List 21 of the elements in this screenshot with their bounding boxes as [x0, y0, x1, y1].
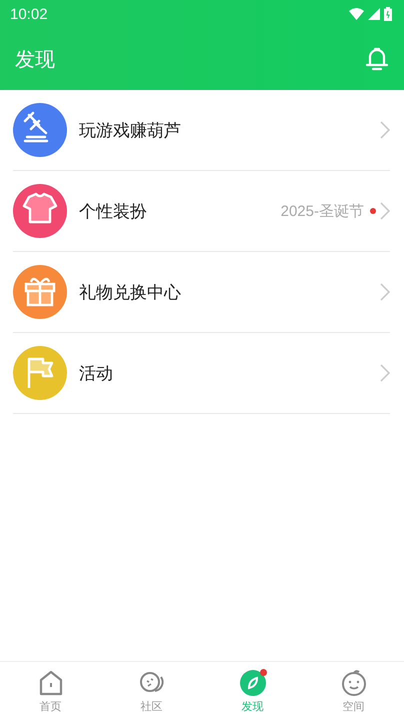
face-icon — [340, 668, 368, 696]
battery-icon — [384, 7, 392, 21]
item-note: 2025-圣诞节 — [280, 202, 364, 220]
wifi-icon — [349, 8, 364, 20]
item-label: 礼物兑换中心 — [79, 282, 182, 304]
leaf-icon — [238, 668, 266, 696]
page-title: 发现 — [15, 46, 55, 72]
status-time: 10:02 — [10, 6, 48, 22]
item-label: 玩游戏赚葫芦 — [79, 120, 182, 142]
list-item[interactable]: 玩游戏赚葫芦 — [13, 90, 390, 171]
list-item[interactable]: 礼物兑换中心 — [13, 252, 390, 333]
item-label: 个性装扮 — [79, 200, 148, 222]
chevron-icon — [380, 121, 390, 139]
chevron-icon — [380, 202, 390, 220]
chevron-icon — [380, 283, 390, 301]
item-label: 活动 — [79, 362, 114, 384]
list-item[interactable]: 活动 — [13, 333, 390, 414]
signal-icon — [368, 8, 380, 20]
list-item[interactable]: 个性装扮 2025-圣诞节 — [13, 171, 390, 252]
bell-icon[interactable] — [364, 46, 390, 72]
chevron-icon — [380, 364, 390, 382]
